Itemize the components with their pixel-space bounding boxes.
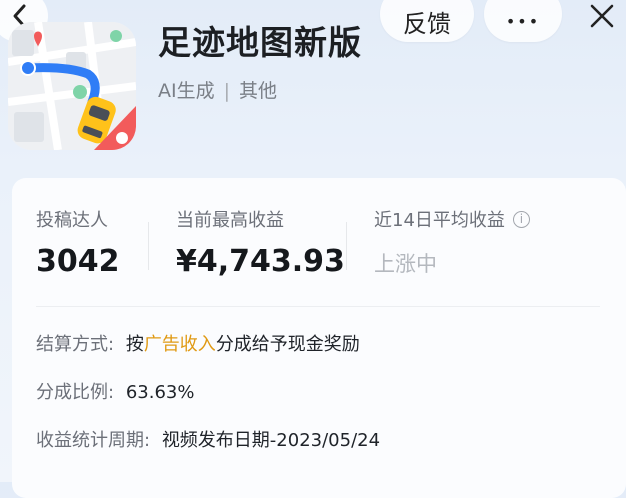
stat-value: 3042 — [36, 244, 120, 279]
info-icon[interactable]: i — [512, 210, 530, 228]
app-title: 足迹地图新版 — [158, 23, 362, 62]
map-route-car-icon — [8, 22, 136, 150]
stat-label: 投稿达人 — [36, 210, 108, 231]
ratio-label: 分成比例: — [36, 382, 115, 403]
period-row: 收益统计周期: 视频发布日期-2023/05/24 — [36, 426, 380, 452]
app-category: 其他 — [239, 80, 278, 102]
settlement-highlight: 广告收入 — [143, 334, 216, 355]
ratio-row: 分成比例: 63.63% — [36, 378, 194, 404]
close-icon — [590, 4, 614, 28]
stat-avg-earning: 近14日平均收益 i 上涨中 — [374, 206, 530, 278]
earnings-card: 投稿达人 3042 当前最高收益 ¥4,743.93 近14日平均收益 i 上涨… — [12, 178, 626, 498]
settlement-label: 结算方式: — [36, 334, 115, 355]
ratio-value: 63.63% — [125, 382, 195, 403]
period-value: 视频发布日期-2023/05/24 — [161, 430, 381, 451]
stat-label: 近14日平均收益 — [374, 210, 505, 231]
app-tag: AI生成 — [158, 80, 215, 102]
app-meta: AI生成 | 其他 — [158, 76, 277, 103]
meta-separator: | — [223, 80, 231, 102]
more-button[interactable]: ••• — [484, 0, 562, 42]
stat-divider — [148, 222, 149, 270]
app-icon — [8, 22, 136, 150]
divider — [36, 306, 600, 307]
close-button[interactable] — [582, 0, 622, 32]
stat-value: ¥4,743.93 — [176, 244, 345, 279]
feedback-button[interactable]: 反馈 — [380, 0, 474, 42]
stat-value: 上涨中 — [374, 252, 437, 276]
feedback-label: 反馈 — [403, 9, 451, 38]
settlement-suffix: 分成给予现金奖励 — [215, 334, 360, 355]
settlement-row: 结算方式: 按广告收入分成给予现金奖励 — [36, 330, 360, 356]
settlement-prefix: 按 — [125, 334, 144, 355]
stat-label-row: 近14日平均收益 i — [374, 206, 530, 232]
stat-label: 当前最高收益 — [176, 210, 284, 231]
stat-divider — [346, 222, 347, 270]
period-label: 收益统计周期: — [36, 430, 151, 451]
more-icon: ••• — [505, 11, 541, 31]
stat-top-earning: 当前最高收益 ¥4,743.93 — [176, 206, 345, 279]
stat-creators: 投稿达人 3042 — [36, 206, 120, 279]
